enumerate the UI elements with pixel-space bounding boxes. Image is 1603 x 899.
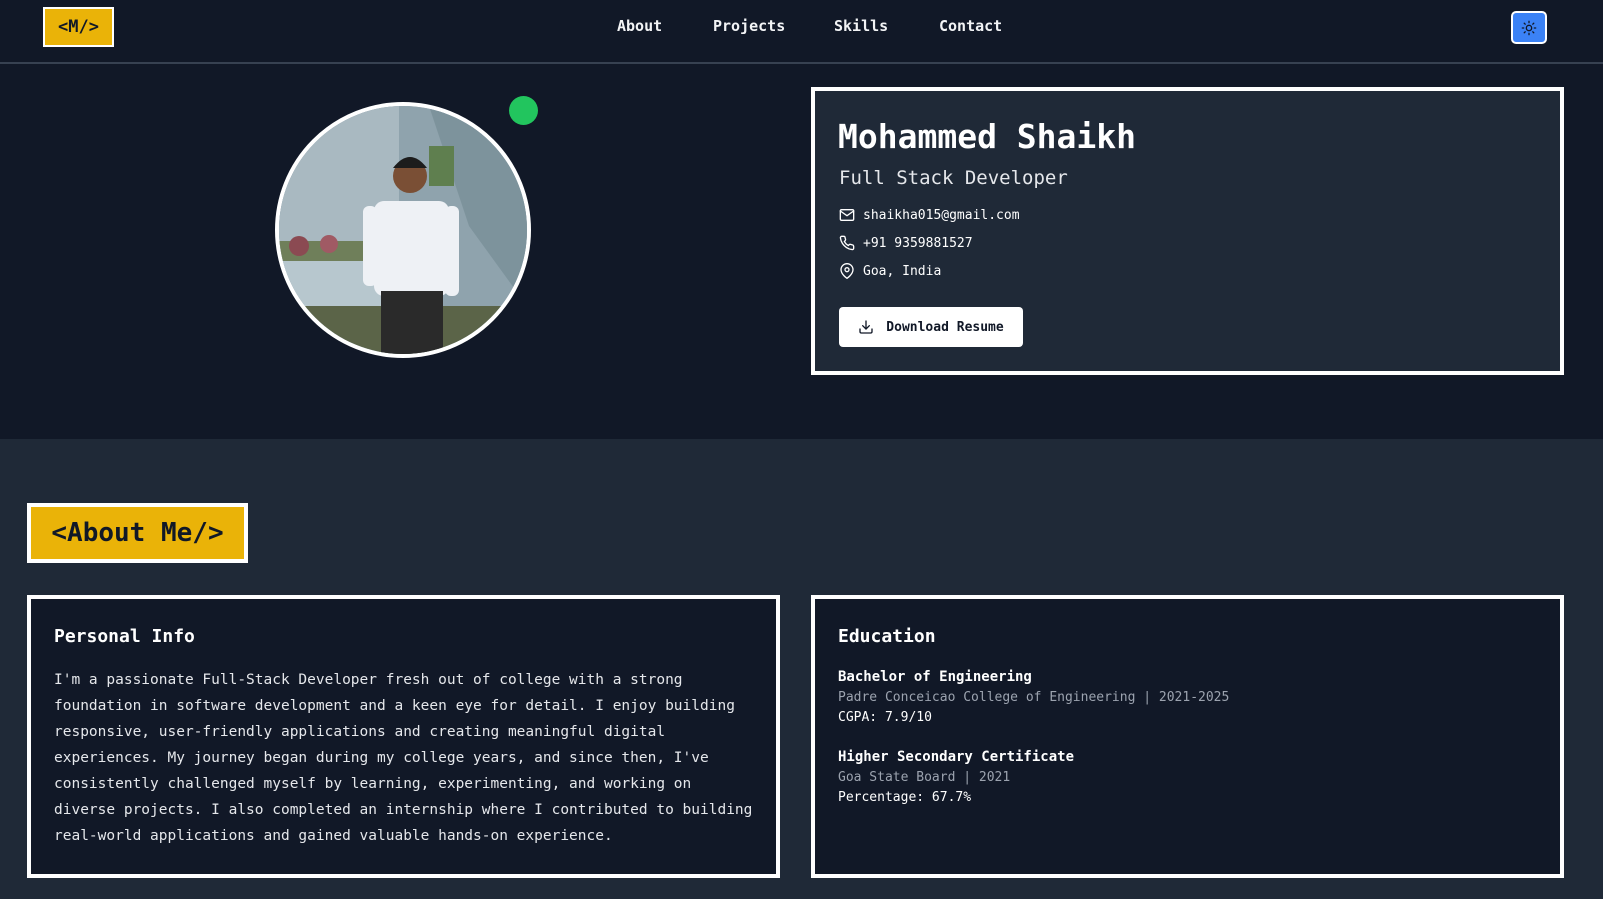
profile-photo-illustration xyxy=(279,106,527,354)
nav-links: About Projects Skills Contact xyxy=(0,17,1603,37)
contact-location-text: Goa, India xyxy=(863,263,942,279)
education-meta: Goa State Board | 2021 xyxy=(838,770,1011,785)
download-resume-label: Download Resume xyxy=(886,319,1004,335)
profile-role: Full Stack Developer xyxy=(839,167,1068,189)
education-meta: Padre Conceicao College of Engineering |… xyxy=(838,690,1230,705)
contact-phone-text: +91 9359881527 xyxy=(863,235,973,251)
theme-toggle-button[interactable] xyxy=(1511,11,1547,44)
profile-card: Mohammed Shaikh Full Stack Developer sha… xyxy=(811,87,1564,375)
mail-icon xyxy=(839,209,855,221)
education-item: Bachelor of Engineering Padre Conceicao … xyxy=(838,667,1229,727)
nav-link-about[interactable]: About xyxy=(617,17,662,35)
contact-location: Goa, India xyxy=(839,263,941,279)
personal-info-card: Personal Info I'm a passionate Full-Stac… xyxy=(27,595,780,878)
personal-info-title: Personal Info xyxy=(54,626,195,647)
education-score: CGPA: 7.9/10 xyxy=(838,710,932,725)
nav-link-contact[interactable]: Contact xyxy=(939,17,1002,35)
sun-icon xyxy=(1521,20,1537,35)
personal-info-text: I'm a passionate Full-Stack Developer fr… xyxy=(54,672,753,844)
nav-link-projects[interactable]: Projects xyxy=(713,17,785,35)
profile-name: Mohammed Shaikh xyxy=(838,117,1137,156)
phone-icon xyxy=(839,235,855,251)
education-item: Higher Secondary Certificate Goa State B… xyxy=(838,747,1074,807)
education-card: Education Bachelor of Engineering Padre … xyxy=(811,595,1564,878)
education-title: Education xyxy=(838,626,936,647)
online-status-dot xyxy=(509,96,538,125)
profile-photo xyxy=(275,102,531,358)
contact-email-text: shaikha015@gmail.com xyxy=(863,207,1020,223)
top-navbar: <M/> About Projects Skills Contact xyxy=(0,0,1603,64)
nav-link-skills[interactable]: Skills xyxy=(834,17,888,35)
map-pin-icon xyxy=(840,263,854,279)
about-section: <About Me/> Personal Info I'm a passiona… xyxy=(0,439,1603,899)
about-heading: <About Me/> xyxy=(27,503,248,563)
education-score: Percentage: 67.7% xyxy=(838,790,972,805)
download-resume-button[interactable]: Download Resume xyxy=(839,307,1023,347)
education-degree: Bachelor of Engineering xyxy=(838,669,1032,685)
download-icon xyxy=(859,320,873,334)
contact-phone[interactable]: +91 9359881527 xyxy=(839,235,973,251)
contact-email[interactable]: shaikha015@gmail.com xyxy=(839,207,1020,223)
education-degree: Higher Secondary Certificate xyxy=(838,749,1075,765)
